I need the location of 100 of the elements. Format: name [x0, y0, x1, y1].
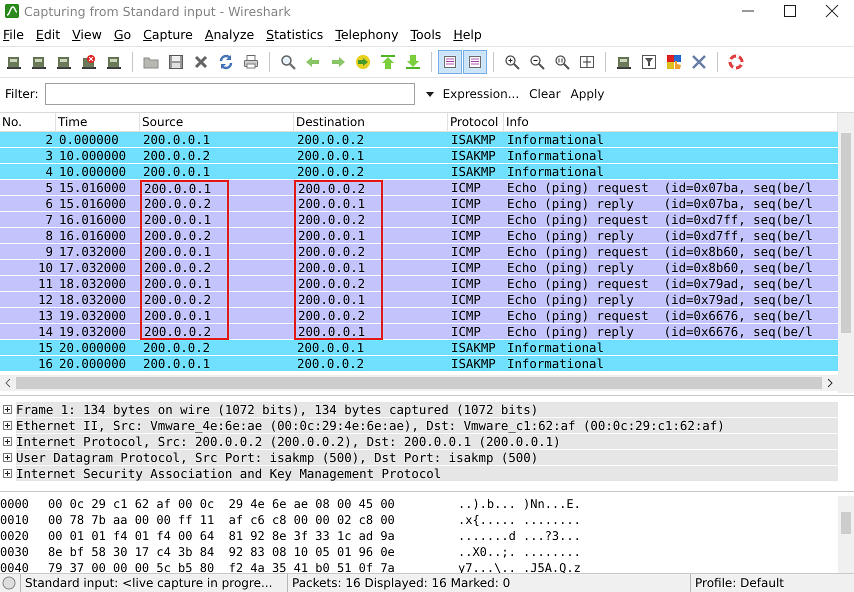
table-cell-text: 6 [44, 196, 54, 211]
table-cell-text: ICMP [450, 228, 482, 243]
horizontal-scrollbar[interactable] [0, 375, 838, 391]
vertical-scrollbar[interactable] [838, 496, 854, 573]
filter-field[interactable] [44, 83, 415, 105]
funnel-icon [641, 54, 657, 70]
hex-offset: 0040 [0, 560, 30, 576]
table-cell-text: ICMP [450, 276, 482, 291]
table-cell-text: ICMP [450, 260, 482, 275]
hex-offset: 0020 [0, 528, 30, 544]
column-header[interactable]: Destination [294, 113, 448, 131]
tree-item[interactable]: Internet Security Association and Key Management Protocol [16, 466, 838, 480]
ascii-bytes: ..).b... )Nn...E. [458, 496, 582, 512]
packet-row[interactable]: 2 0.000000 200.0.0.1 200.0.0.2 ISAKMP Informational [0, 132, 838, 148]
table-cell-text: ICMP [450, 196, 482, 211]
scrollbar-thumb[interactable] [16, 377, 822, 389]
packet-row[interactable]: 9 17.032000 200.0.0.1 200.0.0.2 ICMP Echo (ping) request (id=0x8b60, seq(be/l [0, 244, 838, 260]
expand-icon[interactable] [3, 452, 12, 462]
color-palette-icon [666, 54, 682, 70]
table-cell-text: 7 [44, 212, 54, 227]
menu-item[interactable]: Help [453, 26, 482, 42]
expand-icon[interactable] [3, 468, 12, 478]
table-cell-text: Echo (ping) request (id=0x79ad, seq(be/l [506, 276, 814, 291]
list-icon [442, 54, 458, 70]
table-cell-text: Echo (ping) request (id=0x07ba, seq(be/l [506, 180, 814, 195]
expand-icon[interactable] [3, 404, 12, 414]
packet-row[interactable]: 16 20.000000 200.0.0.1 200.0.0.2 ISAKMP Informational [0, 356, 838, 372]
packet-row[interactable]: 13 19.032000 200.0.0.1 200.0.0.2 ICMP Echo (ping) request (id=0x6676, seq(be/l [0, 308, 838, 324]
column-header[interactable]: Time [56, 113, 140, 131]
packet-row[interactable]: 12 18.032000 200.0.0.2 200.0.0.1 ICMP Echo (ping) reply (id=0x79ad, seq(be/l [0, 292, 838, 308]
table-cell-text: 200.0.0.1 [296, 148, 366, 163]
packet-row[interactable]: 3 10.000000 200.0.0.2 200.0.0.1 ISAKMP Informational [0, 148, 838, 164]
column-header[interactable]: No. [0, 113, 56, 131]
left-arrow-icon [305, 54, 321, 70]
table-cell-text: 5 [44, 180, 54, 195]
table-cell-text: 19.032000 [58, 308, 128, 323]
hex-bytes: 00 01 01 f4 01 f4 00 64 81 92 8e 3f 33 1c ad 9a [48, 528, 396, 544]
search-icon [280, 54, 296, 70]
column-header[interactable]: Protocol [448, 113, 504, 131]
scrollbar-thumb[interactable] [841, 133, 851, 333]
filter-button[interactable]: Apply [568, 87, 606, 101]
table-cell-text: 10 [37, 260, 54, 275]
table-cell-text: Echo (ping) reply (id=0x07ba, seq(be/l [506, 196, 814, 211]
window-title: Capturing from Standard input - Wireshark [24, 4, 292, 18]
menu-item[interactable]: Telephony [335, 26, 399, 42]
table-cell-text: 17.032000 [58, 244, 128, 259]
status-text: Standard input: <live capture in progre... [20, 574, 283, 592]
filter-button[interactable]: Expression... [440, 87, 522, 101]
hex-offset: 0010 [0, 512, 30, 528]
packet-row[interactable]: 15 20.000000 200.0.0.2 200.0.0.1 ISAKMP Informational [0, 340, 838, 356]
table-cell-text: 9 [44, 244, 54, 259]
expand-icon[interactable] [3, 436, 12, 446]
list-icon [467, 54, 483, 70]
dropdown-arrow-icon[interactable] [424, 90, 435, 98]
ascii-bytes: .......d ...?3... [458, 528, 582, 544]
close-icon[interactable] [824, 3, 840, 19]
table-cell-text: 11 [37, 276, 54, 291]
table-cell-text: 3 [44, 148, 54, 163]
expand-icon[interactable] [3, 420, 12, 430]
table-cell-text: ISAKMP [450, 164, 497, 179]
tree-item[interactable]: Frame 1: 134 bytes on wire (1072 bits), 134 bytes captured (1072 bits) [16, 402, 838, 416]
filter-label: Filter: [5, 87, 39, 101]
packet-row[interactable]: 10 17.032000 200.0.0.2 200.0.0.1 ICMP Echo (ping) reply (id=0x8b60, seq(be/l [0, 260, 838, 276]
column-header[interactable]: Source [140, 113, 294, 131]
tree-item[interactable]: Internet Protocol, Src: 200.0.0.2 (200.0.0.2), Dst: 200.0.0.1 (200.0.0.1) [16, 434, 838, 448]
packet-row[interactable]: 5 15.016000 200.0.0.1 200.0.0.2 ICMP Echo (ping) request (id=0x07ba, seq(be/l [0, 180, 838, 196]
packet-row[interactable]: 7 16.016000 200.0.0.1 200.0.0.2 ICMP Echo (ping) request (id=0xd7ff, seq(be/l [0, 212, 838, 228]
packet-row[interactable]: 6 15.016000 200.0.0.2 200.0.0.1 ICMP Echo (ping) reply (id=0x07ba, seq(be/l [0, 196, 838, 212]
packet-row[interactable]: 14 19.032000 200.0.0.2 200.0.0.1 ICMP Echo (ping) reply (id=0x6676, seq(be/l [0, 324, 838, 340]
menu-item[interactable]: View [72, 26, 102, 42]
scrollbar-thumb[interactable] [841, 512, 851, 534]
table-cell-text: 200.0.0.2 [142, 148, 212, 163]
table-cell-text: 16.016000 [58, 228, 128, 243]
maximize-icon[interactable] [782, 3, 798, 19]
menu-item[interactable]: File [3, 26, 24, 42]
table-cell-text: 200.0.0.2 [296, 356, 366, 371]
tree-item[interactable]: Ethernet II, Src: Vmware_4e:6e:ae (00:0c:29:4e:6e:ae), Dst: Vmware_c1:62:af (00:0c:29:c1:62:af) [16, 418, 838, 432]
menu-item[interactable]: Tools [410, 26, 442, 42]
table-cell-text: Echo (ping) reply (id=0xd7ff, seq(be/l [506, 228, 814, 243]
filter-button[interactable]: Clear [527, 87, 563, 101]
table-cell-text: 16.016000 [58, 212, 128, 227]
hex-bytes: 00 0c 29 c1 62 af 00 0c 29 4e 6e ae 08 00 45 00 [48, 496, 396, 512]
table-cell-text: ISAKMP [450, 340, 497, 355]
packet-row[interactable]: 8 16.016000 200.0.0.2 200.0.0.1 ICMP Echo (ping) reply (id=0xd7ff, seq(be/l [0, 228, 838, 244]
menu-item[interactable]: Analyze [204, 26, 254, 42]
ascii-bytes: ..X0..;. ........ [458, 544, 582, 560]
menu-item[interactable]: Edit [36, 26, 60, 42]
table-cell-text: Echo (ping) reply (id=0x79ad, seq(be/l [506, 292, 814, 307]
table-cell-text: ISAKMP [450, 356, 497, 371]
menu-item[interactable]: Capture [143, 26, 193, 42]
vertical-scrollbar[interactable] [838, 113, 854, 393]
table-cell-text: 13 [37, 308, 54, 323]
packet-row[interactable]: 11 18.032000 200.0.0.1 200.0.0.2 ICMP Echo (ping) request (id=0x79ad, seq(be/l [0, 276, 838, 292]
table-cell-text: 200.0.0.2 [296, 164, 366, 179]
packet-row[interactable]: 4 10.000000 200.0.0.1 200.0.0.2 ISAKMP Informational [0, 164, 838, 180]
tree-item[interactable]: User Datagram Protocol, Src Port: isakmp (500), Dst Port: isakmp (500) [16, 450, 838, 464]
table-cell-text: Echo (ping) request (id=0x8b60, seq(be/l [506, 244, 814, 259]
menu-item[interactable]: Statistics [266, 26, 324, 42]
table-cell-text: Echo (ping) reply (id=0x8b60, seq(be/l [506, 260, 814, 275]
menu-item[interactable]: Go [114, 26, 132, 42]
